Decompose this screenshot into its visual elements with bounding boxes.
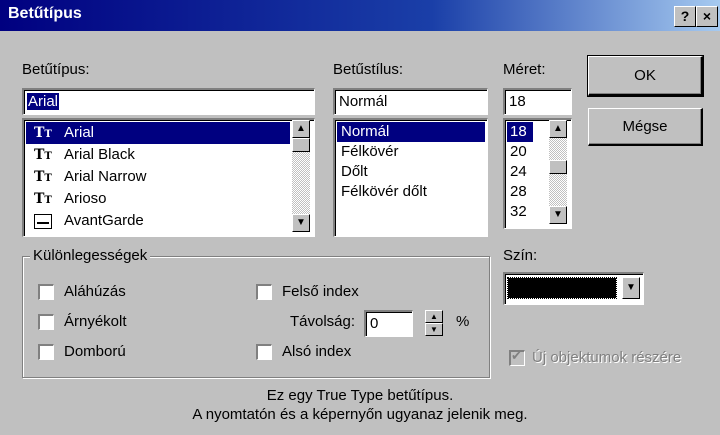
effects-title: Különlegességek bbox=[30, 247, 151, 264]
cancel-button[interactable]: Mégse bbox=[588, 108, 703, 146]
list-item[interactable]: 18 bbox=[507, 122, 533, 142]
shadow-label: Árnyékolt bbox=[64, 313, 127, 330]
font-item-label: Arial Black bbox=[64, 146, 135, 163]
color-swatch bbox=[507, 277, 617, 299]
help-button[interactable]: ? bbox=[674, 6, 696, 27]
size-item-label: 28 bbox=[510, 183, 527, 200]
spin-down-icon[interactable]: ▼ bbox=[425, 323, 443, 336]
percent-label: % bbox=[456, 313, 470, 330]
offset-value: 0 bbox=[370, 315, 379, 332]
offset-input[interactable]: 0 bbox=[364, 310, 413, 337]
list-item[interactable]: TT Arial Black bbox=[26, 144, 290, 166]
superscript-checkbox[interactable] bbox=[256, 284, 272, 300]
list-item[interactable]: Dőlt bbox=[337, 162, 485, 182]
size-list[interactable]: 18 20 24 28 32 ▲ ▼ bbox=[503, 118, 572, 229]
emboss-checkbox[interactable] bbox=[38, 344, 54, 360]
chevron-down-icon[interactable]: ▼ bbox=[622, 277, 640, 299]
style-item-label: Félkövér bbox=[341, 143, 399, 160]
printer-font-icon bbox=[34, 214, 52, 229]
dialog-title: Betűtípus bbox=[8, 5, 82, 22]
size-value: 18 bbox=[509, 93, 526, 110]
subscript-label: Alsó index bbox=[282, 343, 352, 360]
color-label: Szín: bbox=[503, 247, 538, 264]
underline-label: Aláhúzás bbox=[64, 283, 126, 300]
scroll-thumb[interactable] bbox=[549, 160, 567, 174]
emboss-label: Domború bbox=[64, 343, 126, 360]
offset-spinner[interactable]: ▲ ▼ bbox=[425, 310, 443, 336]
list-item[interactable]: Normál bbox=[337, 122, 485, 142]
truetype-font-icon: TT bbox=[34, 191, 52, 207]
close-button[interactable]: × bbox=[696, 6, 718, 27]
truetype-font-icon: TT bbox=[34, 125, 52, 141]
list-item[interactable]: TT Arial Narrow bbox=[26, 166, 290, 188]
size-list-scrollbar[interactable]: ▲ ▼ bbox=[549, 120, 567, 224]
font-list-scrollbar[interactable]: ▲ ▼ bbox=[292, 120, 310, 232]
ok-button[interactable]: OK bbox=[587, 55, 704, 97]
font-label: Betűtípus: bbox=[22, 61, 90, 78]
size-item-label: 32 bbox=[510, 203, 527, 220]
font-item-label: Arial bbox=[64, 124, 95, 141]
new-objects-checkbox[interactable]: ✔ bbox=[509, 348, 525, 366]
font-name-value: Arial bbox=[27, 93, 60, 110]
style-item-label: Dőlt bbox=[341, 163, 368, 180]
info-line-2: A nyomtatón és a képernyőn ugyanaz jelen… bbox=[192, 406, 528, 423]
subscript-checkbox[interactable] bbox=[256, 344, 272, 360]
size-input[interactable]: 18 bbox=[503, 88, 572, 115]
font-list[interactable]: TT Arial TT Arial Black TT Arial Narrow … bbox=[22, 118, 315, 237]
list-item[interactable]: 20 bbox=[507, 142, 533, 162]
info-line-1: Ez egy True Type betűtípus. bbox=[266, 387, 454, 404]
color-dropdown[interactable]: ▼ bbox=[503, 272, 644, 305]
list-item[interactable]: Félkövér dőlt bbox=[337, 182, 485, 202]
list-item[interactable]: 24 bbox=[507, 162, 533, 182]
scroll-up-icon[interactable]: ▲ bbox=[549, 120, 567, 138]
scroll-down-icon[interactable]: ▼ bbox=[549, 206, 567, 224]
truetype-font-icon: TT bbox=[34, 169, 52, 185]
spin-up-icon[interactable]: ▲ bbox=[425, 310, 443, 323]
scroll-down-icon[interactable]: ▼ bbox=[292, 214, 310, 232]
checkmark-icon: ✔ bbox=[511, 348, 522, 363]
superscript-label: Felső index bbox=[282, 283, 359, 300]
list-item[interactable]: AvantGarde bbox=[26, 210, 290, 232]
font-item-label: Arial Narrow bbox=[64, 168, 147, 185]
style-item-label: Normál bbox=[341, 123, 390, 140]
font-item-label: Arioso bbox=[64, 190, 107, 207]
list-item[interactable]: Félkövér bbox=[337, 142, 485, 162]
title-bar bbox=[0, 0, 720, 31]
shadow-checkbox[interactable] bbox=[38, 314, 54, 330]
scroll-thumb[interactable] bbox=[292, 138, 310, 152]
truetype-font-icon: TT bbox=[34, 147, 52, 163]
offset-label: Távolság: bbox=[290, 313, 356, 330]
new-objects-label: Új objektumok részére bbox=[532, 349, 682, 366]
list-item[interactable]: TT Arial bbox=[26, 122, 290, 144]
font-name-input[interactable]: Arial bbox=[22, 88, 315, 115]
size-item-label: 20 bbox=[510, 143, 527, 160]
font-item-label: AvantGarde bbox=[64, 212, 144, 229]
underline-checkbox[interactable] bbox=[38, 284, 54, 300]
size-item-label: 24 bbox=[510, 163, 527, 180]
size-label: Méret: bbox=[503, 61, 546, 78]
list-item[interactable]: TT Arioso bbox=[26, 188, 290, 210]
list-item[interactable]: 32 bbox=[507, 202, 533, 222]
style-list[interactable]: Normál Félkövér Dőlt Félkövér dőlt bbox=[333, 118, 488, 237]
style-item-label: Félkövér dőlt bbox=[341, 183, 427, 200]
style-input[interactable]: Normál bbox=[333, 88, 488, 115]
size-item-label: 18 bbox=[510, 123, 527, 140]
list-item[interactable]: 28 bbox=[507, 182, 533, 202]
style-label: Betűstílus: bbox=[333, 61, 404, 78]
scroll-up-icon[interactable]: ▲ bbox=[292, 120, 310, 138]
style-value: Normál bbox=[339, 93, 388, 110]
